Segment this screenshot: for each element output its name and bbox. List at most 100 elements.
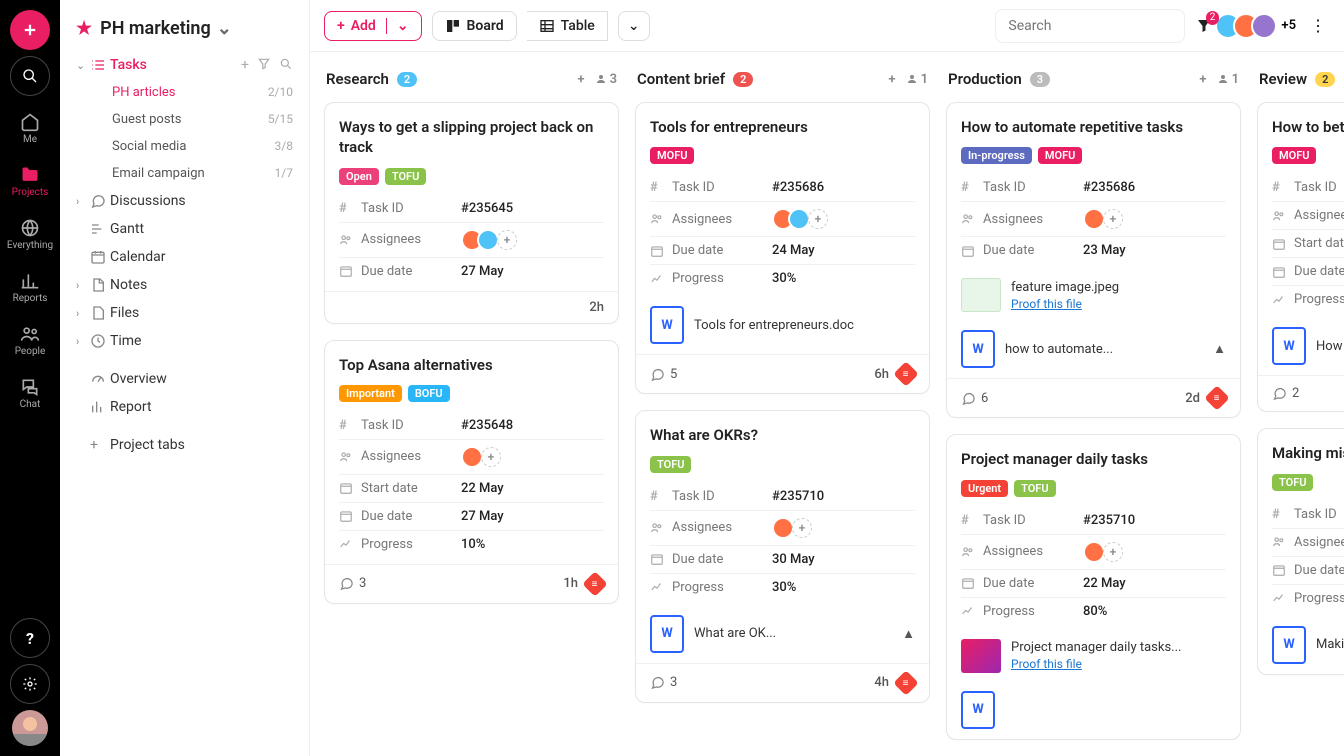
card-title: Ways to get a slipping project back on t… (325, 103, 618, 168)
column-add[interactable]: + (1199, 72, 1206, 87)
task-card[interactable]: Tools for entrepreneursMOFU#Task ID#2356… (635, 102, 930, 394)
assignees[interactable]: + (772, 517, 915, 539)
word-doc-icon: W (650, 306, 684, 344)
task-list-item[interactable]: Email campaign1/7 (104, 160, 301, 187)
rail-help-button[interactable]: ? (10, 618, 50, 658)
add-assignee[interactable]: + (1103, 209, 1123, 229)
priority-icon (893, 362, 918, 387)
comments-count[interactable]: 3 (650, 675, 677, 690)
field-icon (961, 576, 983, 590)
add-assignee[interactable]: + (497, 230, 517, 250)
sidebar-project-tabs[interactable]: +Project tabs (68, 431, 301, 459)
rail-item-reports[interactable]: Reports (13, 271, 48, 304)
add-assignee[interactable]: + (1103, 542, 1123, 562)
comments-count[interactable]: 6 (961, 391, 988, 406)
comments-count[interactable]: 5 (650, 367, 677, 382)
field-icon (961, 244, 983, 258)
add-assignee[interactable]: + (481, 447, 501, 467)
field-icon (1272, 535, 1294, 549)
chevron-down-icon[interactable]: ⌄ (386, 18, 409, 34)
rail-user-avatar[interactable] (12, 710, 48, 746)
task-card[interactable]: Making mistakTOFU#Task IDAssigneesDue da… (1257, 428, 1344, 674)
column-people[interactable]: 3 (595, 72, 617, 87)
tag: TOFU (650, 456, 691, 473)
task-list-item[interactable]: PH articles2/10 (104, 79, 301, 106)
rail-settings-button[interactable] (10, 664, 50, 704)
member-avatars[interactable]: +5 (1223, 13, 1296, 39)
filter-icon[interactable] (257, 57, 271, 73)
task-list-item[interactable]: Guest posts5/15 (104, 106, 301, 133)
sidebar-time[interactable]: ›Time (68, 327, 301, 355)
column-people[interactable]: 1 (906, 72, 928, 87)
rail-item-projects[interactable]: Projects (12, 165, 49, 198)
rail-item-everything[interactable]: Everything (7, 218, 53, 251)
assignees[interactable]: + (1083, 541, 1226, 563)
card-field: Start date (1272, 229, 1344, 257)
card-footer: 2 (1258, 375, 1344, 411)
proof-link[interactable]: Proof this file (1011, 297, 1119, 311)
search-input[interactable] (995, 9, 1185, 43)
rail-item-people[interactable]: People (15, 324, 46, 357)
column-people[interactable]: 1 (1217, 72, 1239, 87)
field-icon (339, 481, 361, 495)
sidebar-tasks[interactable]: ⌄ Tasks + (68, 51, 301, 79)
assignees[interactable]: + (461, 446, 604, 468)
project-sidebar: ★ PH marketing ⌄ ⌄ Tasks + PH articles2/… (60, 0, 310, 756)
card-attachment[interactable]: WWhat are OK...▲ (636, 607, 929, 663)
field-icon: # (650, 489, 672, 504)
more-menu[interactable]: ⋮ (1306, 12, 1330, 39)
card-attachment[interactable]: Whow to automate...▲ (947, 322, 1240, 378)
column-header: Production3+1 (946, 70, 1241, 102)
rail-add-button[interactable] (10, 10, 50, 50)
proof-link[interactable]: Proof this file (1011, 657, 1181, 671)
card-tags: In-progressMOFU (947, 147, 1240, 174)
task-card[interactable]: Ways to get a slipping project back on t… (324, 102, 619, 324)
rail-item-chat[interactable]: Chat (20, 377, 41, 410)
view-dropdown[interactable]: ⌄ (618, 11, 650, 41)
add-icon[interactable]: + (241, 57, 249, 73)
sidebar-notes[interactable]: ›Notes (68, 271, 301, 299)
sidebar-gantt[interactable]: Gantt (68, 215, 301, 243)
filter-button[interactable]: 2 (1195, 17, 1213, 35)
sidebar-report[interactable]: Report (68, 393, 301, 421)
view-board-button[interactable]: Board (432, 11, 517, 41)
field-icon: # (339, 418, 361, 433)
add-button[interactable]: +Add⌄ (324, 11, 422, 41)
card-attachment[interactable]: WTools for entrepreneurs.doc (636, 298, 929, 354)
view-table-button[interactable]: Table (527, 11, 608, 41)
sidebar-files[interactable]: ›Files (68, 299, 301, 327)
sidebar-calendar[interactable]: Calendar (68, 243, 301, 271)
chevron-down-icon: ⌄ (76, 59, 90, 72)
task-list-item[interactable]: Social media3/8 (104, 133, 301, 160)
card-attachment[interactable]: WHow to (1258, 319, 1344, 375)
sidebar-discussions[interactable]: ›Discussions (68, 187, 301, 215)
main-area: +Add⌄ Board Table ⌄ 2 +5 ⋮ Research2+3Wa… (310, 0, 1344, 756)
task-card[interactable]: What are OKRs?TOFU#Task ID#235710Assigne… (635, 410, 930, 702)
column-add[interactable]: + (888, 72, 895, 87)
clock-icon (90, 333, 110, 349)
card-attachment[interactable]: Project manager daily tasks...Proof this… (947, 631, 1240, 683)
sidebar-overview[interactable]: Overview (68, 365, 301, 393)
card-field: #Task ID#235710 (650, 483, 915, 510)
task-card[interactable]: How to better h deadlines as aMOFU#Task … (1257, 102, 1344, 412)
add-assignee[interactable]: + (792, 518, 812, 538)
task-card[interactable]: Top Asana alternativesImportantBOFU#Task… (324, 340, 619, 604)
rail-search-button[interactable] (10, 56, 50, 96)
comments-count[interactable]: 3 (339, 576, 366, 591)
column-add[interactable]: + (577, 72, 584, 87)
project-title[interactable]: ★ PH marketing ⌄ (68, 14, 301, 51)
assignees[interactable]: + (1083, 208, 1226, 230)
assignees[interactable]: + (772, 208, 915, 230)
comments-count[interactable]: 2 (1272, 386, 1299, 401)
card-attachment[interactable]: WMaking (1258, 618, 1344, 674)
tag: TOFU (385, 168, 426, 185)
search-icon[interactable] (279, 57, 293, 73)
card-field: Assignees+ (961, 201, 1226, 236)
card-attachment[interactable]: feature image.jpegProof this file (947, 270, 1240, 322)
rail-item-me[interactable]: Me (20, 112, 40, 145)
task-card[interactable]: Project manager daily tasksUrgentTOFU#Ta… (946, 434, 1241, 739)
assignees[interactable]: + (461, 229, 604, 251)
add-assignee[interactable]: + (808, 209, 828, 229)
task-card[interactable]: How to automate repetitive tasksIn-progr… (946, 102, 1241, 418)
card-attachment[interactable]: W (947, 683, 1240, 739)
